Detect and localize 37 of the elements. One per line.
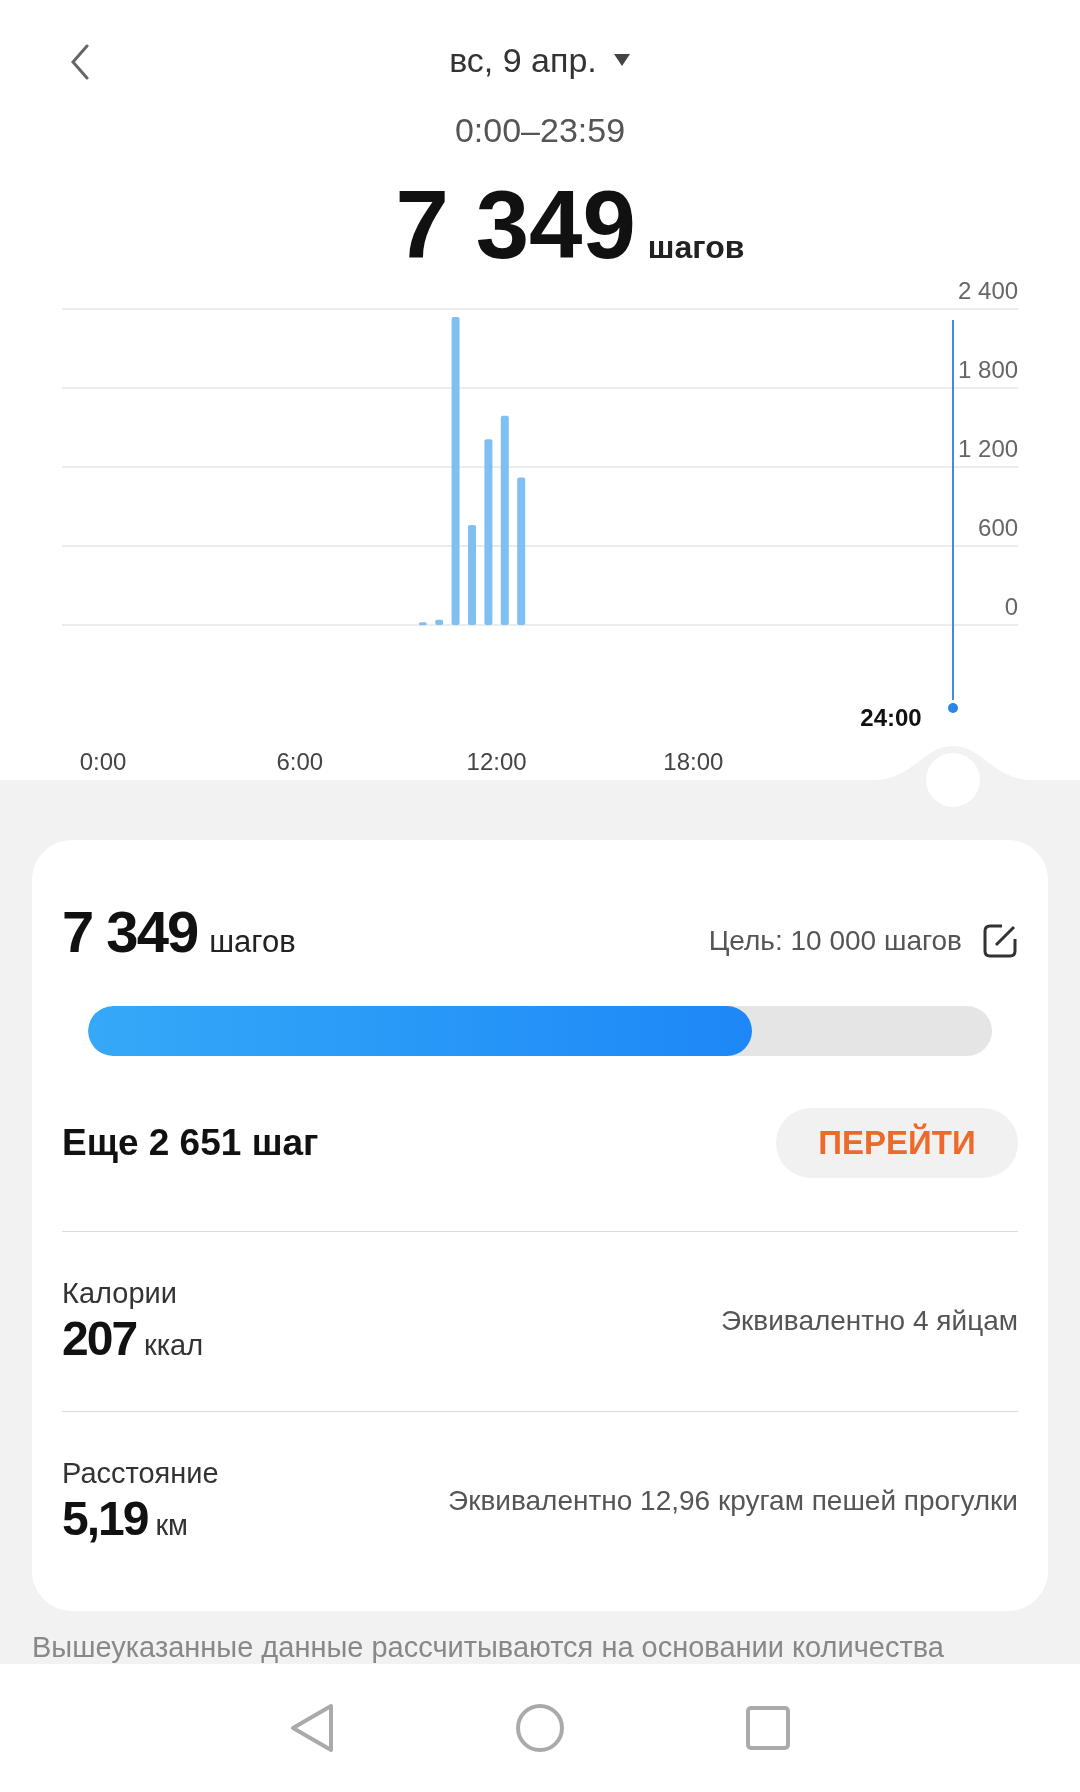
back-nav-icon[interactable] [289,1702,335,1754]
back-icon [70,44,90,80]
metric-label: Калории [62,1275,178,1311]
steps-unit: шагов [209,923,296,961]
edit-goal-button[interactable] [982,922,1018,959]
x-axis-label: 12:00 [466,748,527,775]
steps-count: 7 349 [62,900,198,964]
metric-unit: ккал [144,1327,204,1363]
metric-value: 5,19 [62,1490,148,1547]
remaining-steps: Еще 2 651 шаг [62,1115,319,1171]
cursor-time-label: 24:00 [860,704,922,731]
bar [435,619,444,625]
y-axis-label: 2 400 [958,280,1019,304]
total-steps: 7 349 [395,170,636,280]
home-nav-icon[interactable] [515,1703,565,1753]
x-axis-label: 18:00 [663,748,724,775]
metric-equivalent: Эквивалентно 4 яйцам [720,1304,1018,1338]
recents-nav-icon[interactable] [745,1705,791,1751]
x-axis-label: 6:00 [276,748,324,775]
metric-unit: км [155,1507,189,1543]
time-range: 0:00–23:59 [454,110,626,150]
y-axis-label: 0 [1004,593,1019,620]
time-cursor[interactable] [948,319,958,713]
steps-unit: шагов [647,228,745,267]
footnote: Вышеуказанные данные рассчитываются на основании количества [31,1629,945,1665]
metric-equivalent: Эквивалентно 12,96 кругам пешей прогулки [448,1484,1018,1518]
metric-label: Расстояние [62,1455,219,1491]
y-axis-label: 1 200 [958,435,1019,462]
bar [418,622,427,626]
y-axis-label: 600 [978,514,1019,541]
x-axis-label: 0:00 [79,748,127,775]
edit-icon [982,922,1018,959]
goal-label: Цель: 10 000 шагов [708,923,962,958]
y-axis-label: 1 800 [958,356,1019,383]
date-dropdown[interactable]: вс, 9 апр. [449,34,631,86]
dropdown-icon [612,53,631,67]
metric-value: 207 [62,1310,137,1367]
